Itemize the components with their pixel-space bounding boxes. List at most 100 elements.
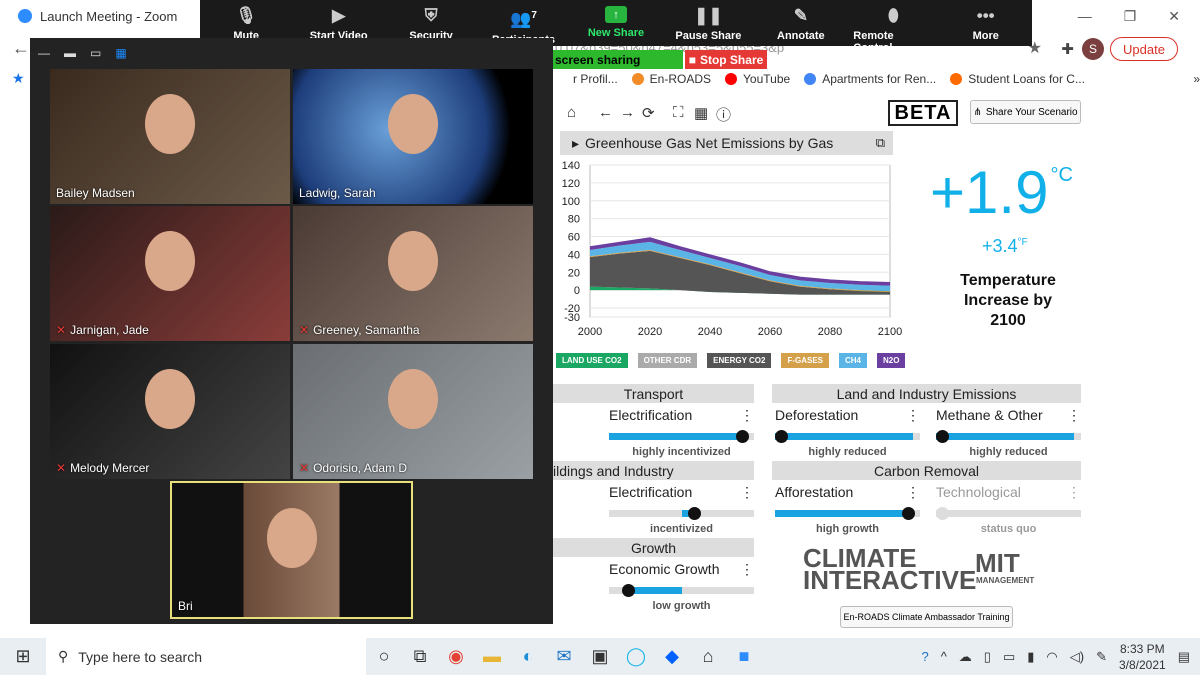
slider-knob[interactable]	[775, 430, 788, 443]
slider-track[interactable]	[775, 430, 920, 443]
slider-menu-icon[interactable]: ⋮	[740, 407, 754, 425]
slider-track[interactable]	[609, 430, 754, 443]
grid-view-icon[interactable]: ▦	[694, 104, 708, 122]
wifi-icon[interactable]: ◠	[1046, 649, 1057, 665]
toolbar-new-share-button[interactable]: ↑ New Share	[576, 6, 656, 46]
slider-menu-icon[interactable]: ⋮	[906, 407, 920, 425]
info-icon[interactable]: ⓘ	[716, 104, 731, 125]
toolbar-more-button[interactable]: ••• More	[946, 6, 1026, 46]
legend-item[interactable]: OTHER CDR	[637, 353, 698, 368]
slider-menu-icon[interactable]: ⋮	[740, 561, 754, 579]
bookmark-3[interactable]: Apartments for Ren...	[804, 72, 936, 86]
bookmark-star-icon[interactable]: ★	[12, 70, 25, 87]
slider-track[interactable]	[936, 507, 1081, 520]
extensions-icon[interactable]: ✚	[1061, 40, 1074, 58]
bookmark-2[interactable]: YouTube	[725, 72, 790, 86]
bookmark-0[interactable]: r Profil...	[555, 72, 618, 86]
participant-tile[interactable]: ✕ Jarnigan, Jade	[50, 206, 290, 341]
minimize-icon[interactable]: —	[1078, 8, 1092, 24]
legend-item[interactable]: N2O	[877, 353, 906, 368]
home-icon[interactable]: ⌂	[567, 104, 576, 121]
slider-technological[interactable]: Technological ⋮ status quo	[936, 484, 1081, 535]
slider-knob[interactable]	[901, 507, 915, 520]
slider-knob[interactable]	[735, 430, 749, 443]
bookmark-1[interactable]: En-ROADS	[631, 72, 711, 86]
slider-knob[interactable]	[936, 430, 949, 443]
dropbox-icon[interactable]: ◆	[654, 642, 690, 672]
speaker-view-icon[interactable]: ▬	[64, 46, 76, 60]
task-view-icon[interactable]: ⧉	[402, 642, 438, 672]
redo-icon[interactable]: →	[620, 104, 635, 121]
restore-icon[interactable]: ❐	[1124, 8, 1137, 25]
legend-item[interactable]: ENERGY CO2	[707, 353, 772, 368]
clock[interactable]: 8:33 PM 3/8/2021	[1119, 641, 1166, 673]
usb-icon[interactable]: ▯	[984, 649, 991, 665]
slider-track[interactable]	[936, 430, 1081, 443]
chrome-icon[interactable]: ◉	[438, 642, 474, 672]
mail-icon[interactable]: ✉	[546, 642, 582, 672]
profile-avatar[interactable]: S	[1082, 38, 1104, 60]
participant-tile[interactable]: ✕ Greeney, Samantha	[293, 206, 533, 341]
display-icon[interactable]: ▭	[1003, 649, 1015, 665]
copy-icon[interactable]: ⧉	[876, 135, 885, 151]
undo-icon[interactable]: ←	[598, 104, 613, 121]
toolbar-annotate-button[interactable]: ✎ Annotate	[761, 6, 841, 46]
slider-transport-electrification[interactable]: Electrification ⋮ highly incentivized	[609, 407, 754, 458]
chart-title-bar[interactable]: ▸ Greenhouse Gas Net Emissions by Gas ⧉	[560, 131, 893, 155]
taskbar-search[interactable]: ⚲ Type here to search	[46, 638, 366, 675]
tray-up-icon[interactable]: ^	[941, 649, 947, 664]
slider-track[interactable]	[775, 507, 920, 520]
legend-item[interactable]: LAND USE CO2	[556, 353, 628, 368]
legend-item[interactable]: F-GASES	[781, 353, 829, 368]
store-icon[interactable]: ▣	[582, 642, 618, 672]
participant-tile[interactable]: Bri	[170, 481, 413, 619]
participant-tile[interactable]: ✕ Odorisio, Adam D	[293, 344, 533, 479]
gallery-view-icon[interactable]: ▦	[115, 46, 126, 60]
legend-item[interactable]: CH4	[839, 353, 868, 368]
cloud-icon[interactable]: ☁	[959, 649, 972, 665]
bookmark-4[interactable]: Student Loans for C...	[950, 72, 1085, 86]
back-arrow-icon[interactable]: ←	[12, 38, 30, 59]
zoom-taskbar-icon[interactable]: ■	[726, 642, 762, 672]
slider-menu-icon[interactable]: ⋮	[740, 484, 754, 502]
participant-tile[interactable]: Bailey Madsen	[50, 69, 290, 204]
slider-afforestation[interactable]: Afforestation ⋮ high growth	[775, 484, 920, 535]
stop-share-button[interactable]: ■ Stop Share	[685, 50, 767, 69]
toolbar-remote-control-button[interactable]: ⬮ Remote Control	[853, 6, 933, 46]
slider-economic-growth[interactable]: Economic Growth ⋮ low growth	[609, 561, 754, 612]
participant-tile[interactable]: ✕ Melody Mercer	[50, 344, 290, 479]
battery-icon[interactable]: ▮	[1027, 649, 1034, 665]
pen-icon[interactable]: ✎	[1096, 649, 1107, 665]
slider-deforestation[interactable]: Deforestation ⋮ highly reduced	[775, 407, 920, 458]
fullscreen-icon[interactable]: ⛶	[673, 104, 684, 121]
cortana-icon[interactable]: ○	[366, 642, 402, 672]
slider-methane[interactable]: Methane & Other ⋮ highly reduced	[936, 407, 1081, 458]
edge-icon[interactable]: ◐	[510, 642, 546, 672]
windows-start-icon[interactable]: ⊞	[0, 646, 46, 667]
participant-tile[interactable]: Ladwig, Sarah	[293, 69, 533, 204]
slider-menu-icon[interactable]: ⋮	[906, 484, 920, 502]
toolbar-pause-share-button[interactable]: ❚❚ Pause Share	[668, 6, 748, 46]
reset-icon[interactable]: ⟳	[642, 104, 655, 122]
update-button[interactable]: Update	[1110, 37, 1178, 61]
minimize-icon[interactable]: —	[38, 46, 50, 60]
slider-knob[interactable]	[622, 584, 636, 597]
share-scenario-button[interactable]: ⋔ Share Your Scenario	[970, 100, 1081, 124]
help-icon[interactable]: ?	[921, 649, 928, 664]
volume-icon[interactable]: ◁)	[1070, 649, 1084, 665]
slider-buildings-electrification[interactable]: Electrification ⋮ incentivized	[609, 484, 754, 535]
bookmarks-overflow-icon[interactable]: »	[1193, 72, 1200, 86]
close-icon[interactable]: ✕	[1168, 8, 1180, 25]
file-explorer-icon[interactable]: ▬	[474, 642, 510, 672]
ambassador-training-button[interactable]: En-ROADS Climate Ambassador Training	[840, 606, 1013, 628]
slider-track[interactable]	[609, 507, 754, 520]
exit-fullscreen-icon[interactable]: ▭	[90, 46, 101, 60]
slider-menu-icon[interactable]: ⋮	[1067, 407, 1081, 425]
slider-knob[interactable]	[688, 507, 702, 520]
app-icon[interactable]: ⌂	[690, 642, 726, 672]
notifications-icon[interactable]: ▤	[1178, 649, 1190, 665]
slider-knob[interactable]	[936, 507, 949, 520]
slider-menu-icon[interactable]: ⋮	[1067, 484, 1081, 502]
slider-track[interactable]	[609, 584, 754, 597]
alexa-icon[interactable]: ◯	[618, 642, 654, 672]
